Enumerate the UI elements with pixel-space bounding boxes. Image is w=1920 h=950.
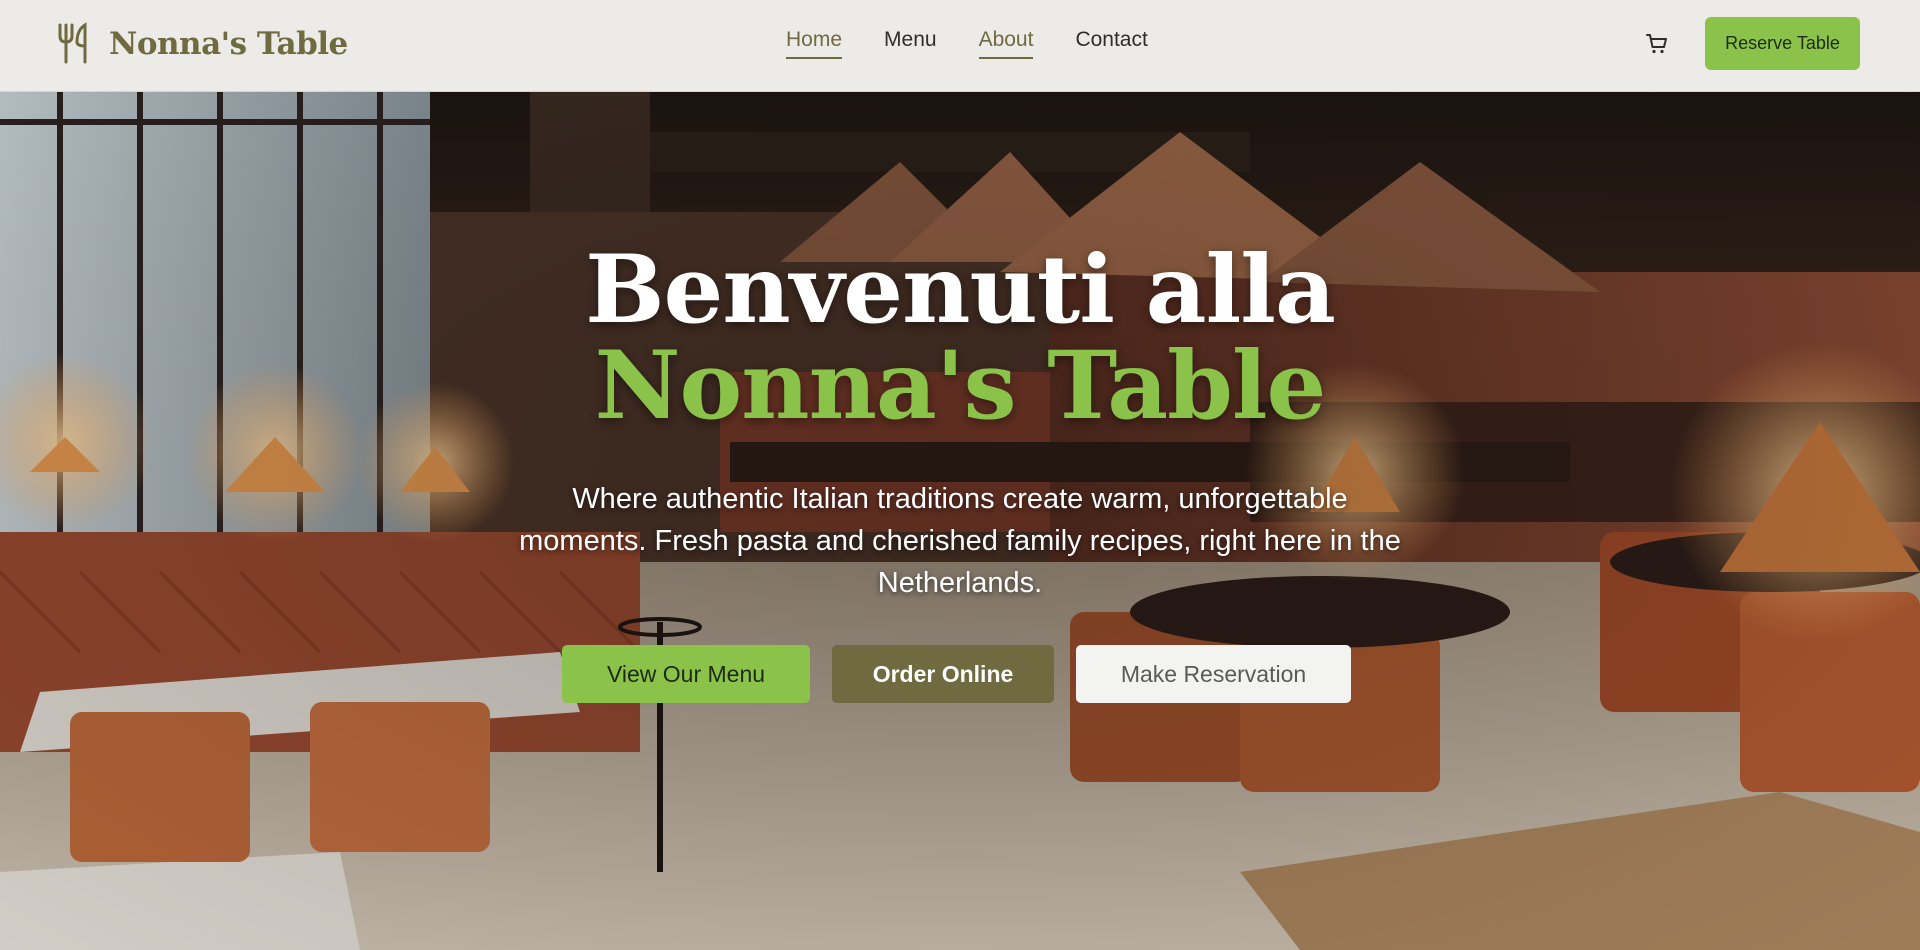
reserve-table-button[interactable]: Reserve Table [1705, 17, 1860, 70]
hero-title: Benvenuti alla Nonna's Table [360, 242, 1560, 434]
nav-about[interactable]: About [978, 28, 1034, 59]
hero-subtitle: Where authentic Italian traditions creat… [519, 483, 1401, 599]
logo[interactable]: Nonna's Table [55, 20, 348, 68]
shopping-cart-icon[interactable] [1645, 32, 1669, 56]
logo-text: Nonna's Table [109, 26, 348, 62]
hero-section: Benvenuti alla Nonna's Table Where authe… [0, 92, 1920, 950]
order-online-button[interactable]: Order Online [832, 645, 1054, 703]
main-nav: Home Menu About Contact [786, 28, 1190, 59]
site-header: Nonna's Table Home Menu About Contact Re… [0, 0, 1920, 92]
hero-title-line1: Benvenuti alla [585, 235, 1336, 345]
hero-title-line2: Nonna's Table [594, 331, 1327, 441]
view-menu-button[interactable]: View Our Menu [562, 645, 810, 703]
nav-contact[interactable]: Contact [1075, 28, 1147, 59]
make-reservation-button[interactable]: Make Reservation [1076, 645, 1351, 703]
nav-menu[interactable]: Menu [884, 28, 937, 59]
nav-home[interactable]: Home [786, 28, 843, 59]
fork-knife-icon [58, 22, 87, 64]
